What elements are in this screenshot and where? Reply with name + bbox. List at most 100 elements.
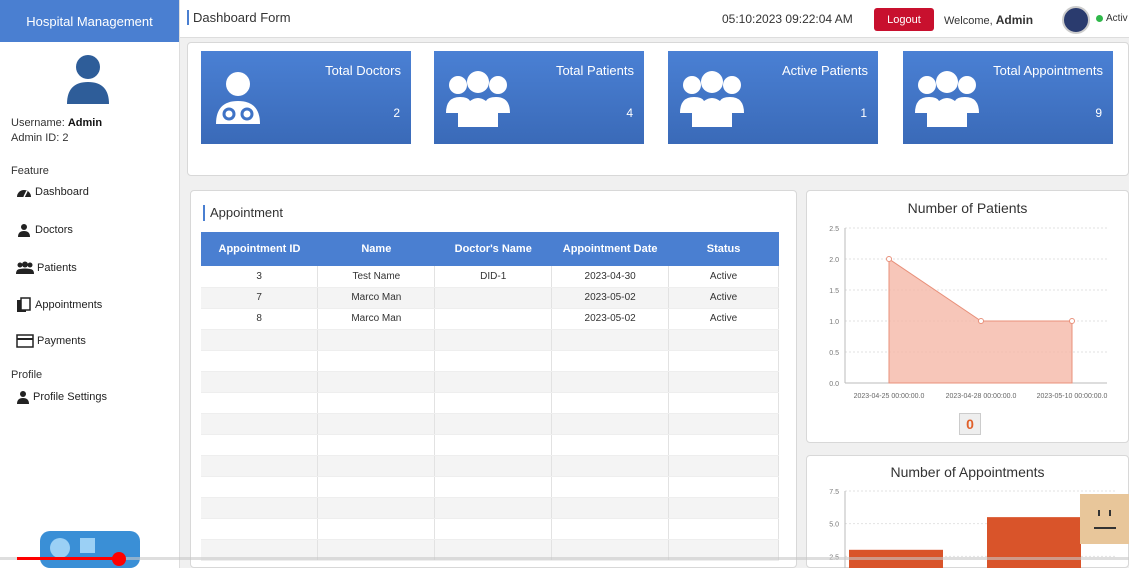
sidebar-item-profile-settings[interactable]: Profile Settings — [16, 390, 107, 404]
table-body: 3 Test Name DID-1 2023-04-30 Active 7 Marco Ma… — [201, 266, 779, 561]
table-cell — [201, 413, 319, 435]
sidebar-item-dashboard[interactable]: Dashboard — [16, 185, 89, 199]
table-cell: 3 — [201, 266, 319, 288]
table-cell — [668, 413, 779, 435]
sidebar-item-payments[interactable]: Payments — [16, 334, 86, 348]
table-cell — [317, 392, 436, 414]
table-row[interactable] — [201, 329, 779, 351]
video-progress-track[interactable] — [0, 557, 1129, 560]
table-cell — [201, 497, 319, 519]
column-header[interactable]: Appointment ID — [201, 232, 318, 266]
column-header[interactable]: Name — [317, 232, 435, 266]
table-cell — [434, 287, 553, 309]
table-cell — [668, 434, 779, 456]
sidebar-item-label: Doctors — [35, 224, 73, 236]
appointments-chart-title: Number of Appointments — [890, 464, 1045, 480]
y-tick-label: 1.5 — [829, 288, 839, 295]
table-cell — [434, 476, 553, 498]
table-cell — [317, 518, 436, 540]
table-cell — [434, 455, 553, 477]
status-indicator: Activ — [1096, 13, 1128, 24]
table-cell — [551, 329, 670, 351]
page-title: Dashboard Form — [187, 10, 291, 25]
table-cell: Test Name — [317, 266, 436, 288]
column-header[interactable]: Appointment Date — [551, 232, 669, 266]
table-cell: 7 — [201, 287, 319, 309]
card-value: 4 — [626, 106, 633, 120]
table-row[interactable]: 8 Marco Man 2023-05-02 Active — [201, 308, 779, 330]
table-row[interactable] — [201, 371, 779, 393]
brand-title: Hospital Management — [0, 0, 179, 42]
datetime-display: 05:10:2023 09:22:04 AM — [722, 12, 853, 26]
table-row[interactable] — [201, 518, 779, 540]
username-line: Username: Admin — [11, 117, 103, 129]
sidebar-item-doctors[interactable]: Doctors — [16, 223, 73, 237]
table-row[interactable]: 3 Test Name DID-1 2023-04-30 Active — [201, 266, 779, 288]
table-cell — [434, 308, 553, 330]
card-title: Total Patients — [555, 63, 634, 78]
top-bar: Dashboard Form 05:10:2023 09:22:04 AM Lo… — [180, 0, 1129, 38]
data-point — [978, 318, 984, 324]
doctor-icon — [18, 224, 30, 237]
y-tick-label: 0.0 — [829, 381, 839, 388]
column-header[interactable]: Status — [668, 232, 779, 266]
table-row[interactable]: 7 Marco Man 2023-05-02 Active — [201, 287, 779, 309]
table-cell — [551, 497, 670, 519]
bar — [987, 517, 1081, 568]
doctor-stethoscope-icon — [216, 72, 260, 124]
admin-id: Admin ID: 2 — [11, 132, 69, 144]
appointments-chart: 7.55.02.5 — [829, 489, 1117, 568]
video-thumbnail-icon — [40, 531, 140, 568]
table-cell — [434, 329, 553, 351]
table-row[interactable] — [201, 413, 779, 435]
card-total-patients: Total Patients 4 — [434, 51, 644, 144]
table-row[interactable] — [201, 434, 779, 456]
table-cell — [434, 434, 553, 456]
overlay-face-icon — [1080, 494, 1129, 544]
table-cell — [551, 350, 670, 372]
table-row[interactable] — [201, 476, 779, 498]
logout-button[interactable]: Logout — [874, 8, 934, 31]
card-value: 2 — [393, 106, 400, 120]
online-dot-icon — [1096, 15, 1103, 22]
table-cell: Marco Man — [317, 287, 436, 309]
table-cell — [668, 329, 779, 351]
sidebar-item-patients[interactable]: Patients — [16, 261, 77, 275]
table-cell: Active — [668, 266, 779, 288]
table-cell — [668, 476, 779, 498]
table-cell — [434, 497, 553, 519]
table-cell — [551, 518, 670, 540]
sidebar-item-appointments[interactable]: Appointments — [16, 297, 102, 313]
table-cell — [434, 371, 553, 393]
data-point — [886, 256, 892, 262]
column-header[interactable]: Doctor's Name — [434, 232, 552, 266]
y-tick-label: 2.5 — [829, 226, 839, 233]
welcome-text: Welcome, Admin — [944, 13, 1034, 27]
table-cell — [668, 455, 779, 477]
table-cell — [434, 413, 553, 435]
table-cell — [668, 497, 779, 519]
table-cell: 2023-05-02 — [551, 308, 670, 330]
table-row[interactable] — [201, 455, 779, 477]
table-cell — [668, 350, 779, 372]
table-cell — [201, 329, 319, 351]
users-group-icon — [915, 71, 979, 127]
y-tick-label: 1.0 — [829, 319, 839, 326]
sidebar-item-label: Payments — [37, 335, 86, 347]
table-cell — [434, 392, 553, 414]
video-progress-fill — [17, 557, 121, 560]
patients-icon — [16, 261, 34, 274]
y-tick-label: 7.5 — [829, 489, 839, 496]
table-cell — [201, 392, 319, 414]
card-value: 1 — [860, 106, 867, 120]
table-row[interactable] — [201, 350, 779, 372]
table-cell — [668, 518, 779, 540]
video-scrubber-handle[interactable] — [112, 552, 126, 566]
card-title: Total Appointments — [993, 63, 1103, 78]
card-total-doctors: Total Doctors 2 — [201, 51, 411, 144]
table-cell — [201, 518, 319, 540]
profile-heading: Profile — [11, 369, 43, 381]
table-cell — [201, 434, 319, 456]
table-row[interactable] — [201, 392, 779, 414]
table-row[interactable] — [201, 497, 779, 519]
